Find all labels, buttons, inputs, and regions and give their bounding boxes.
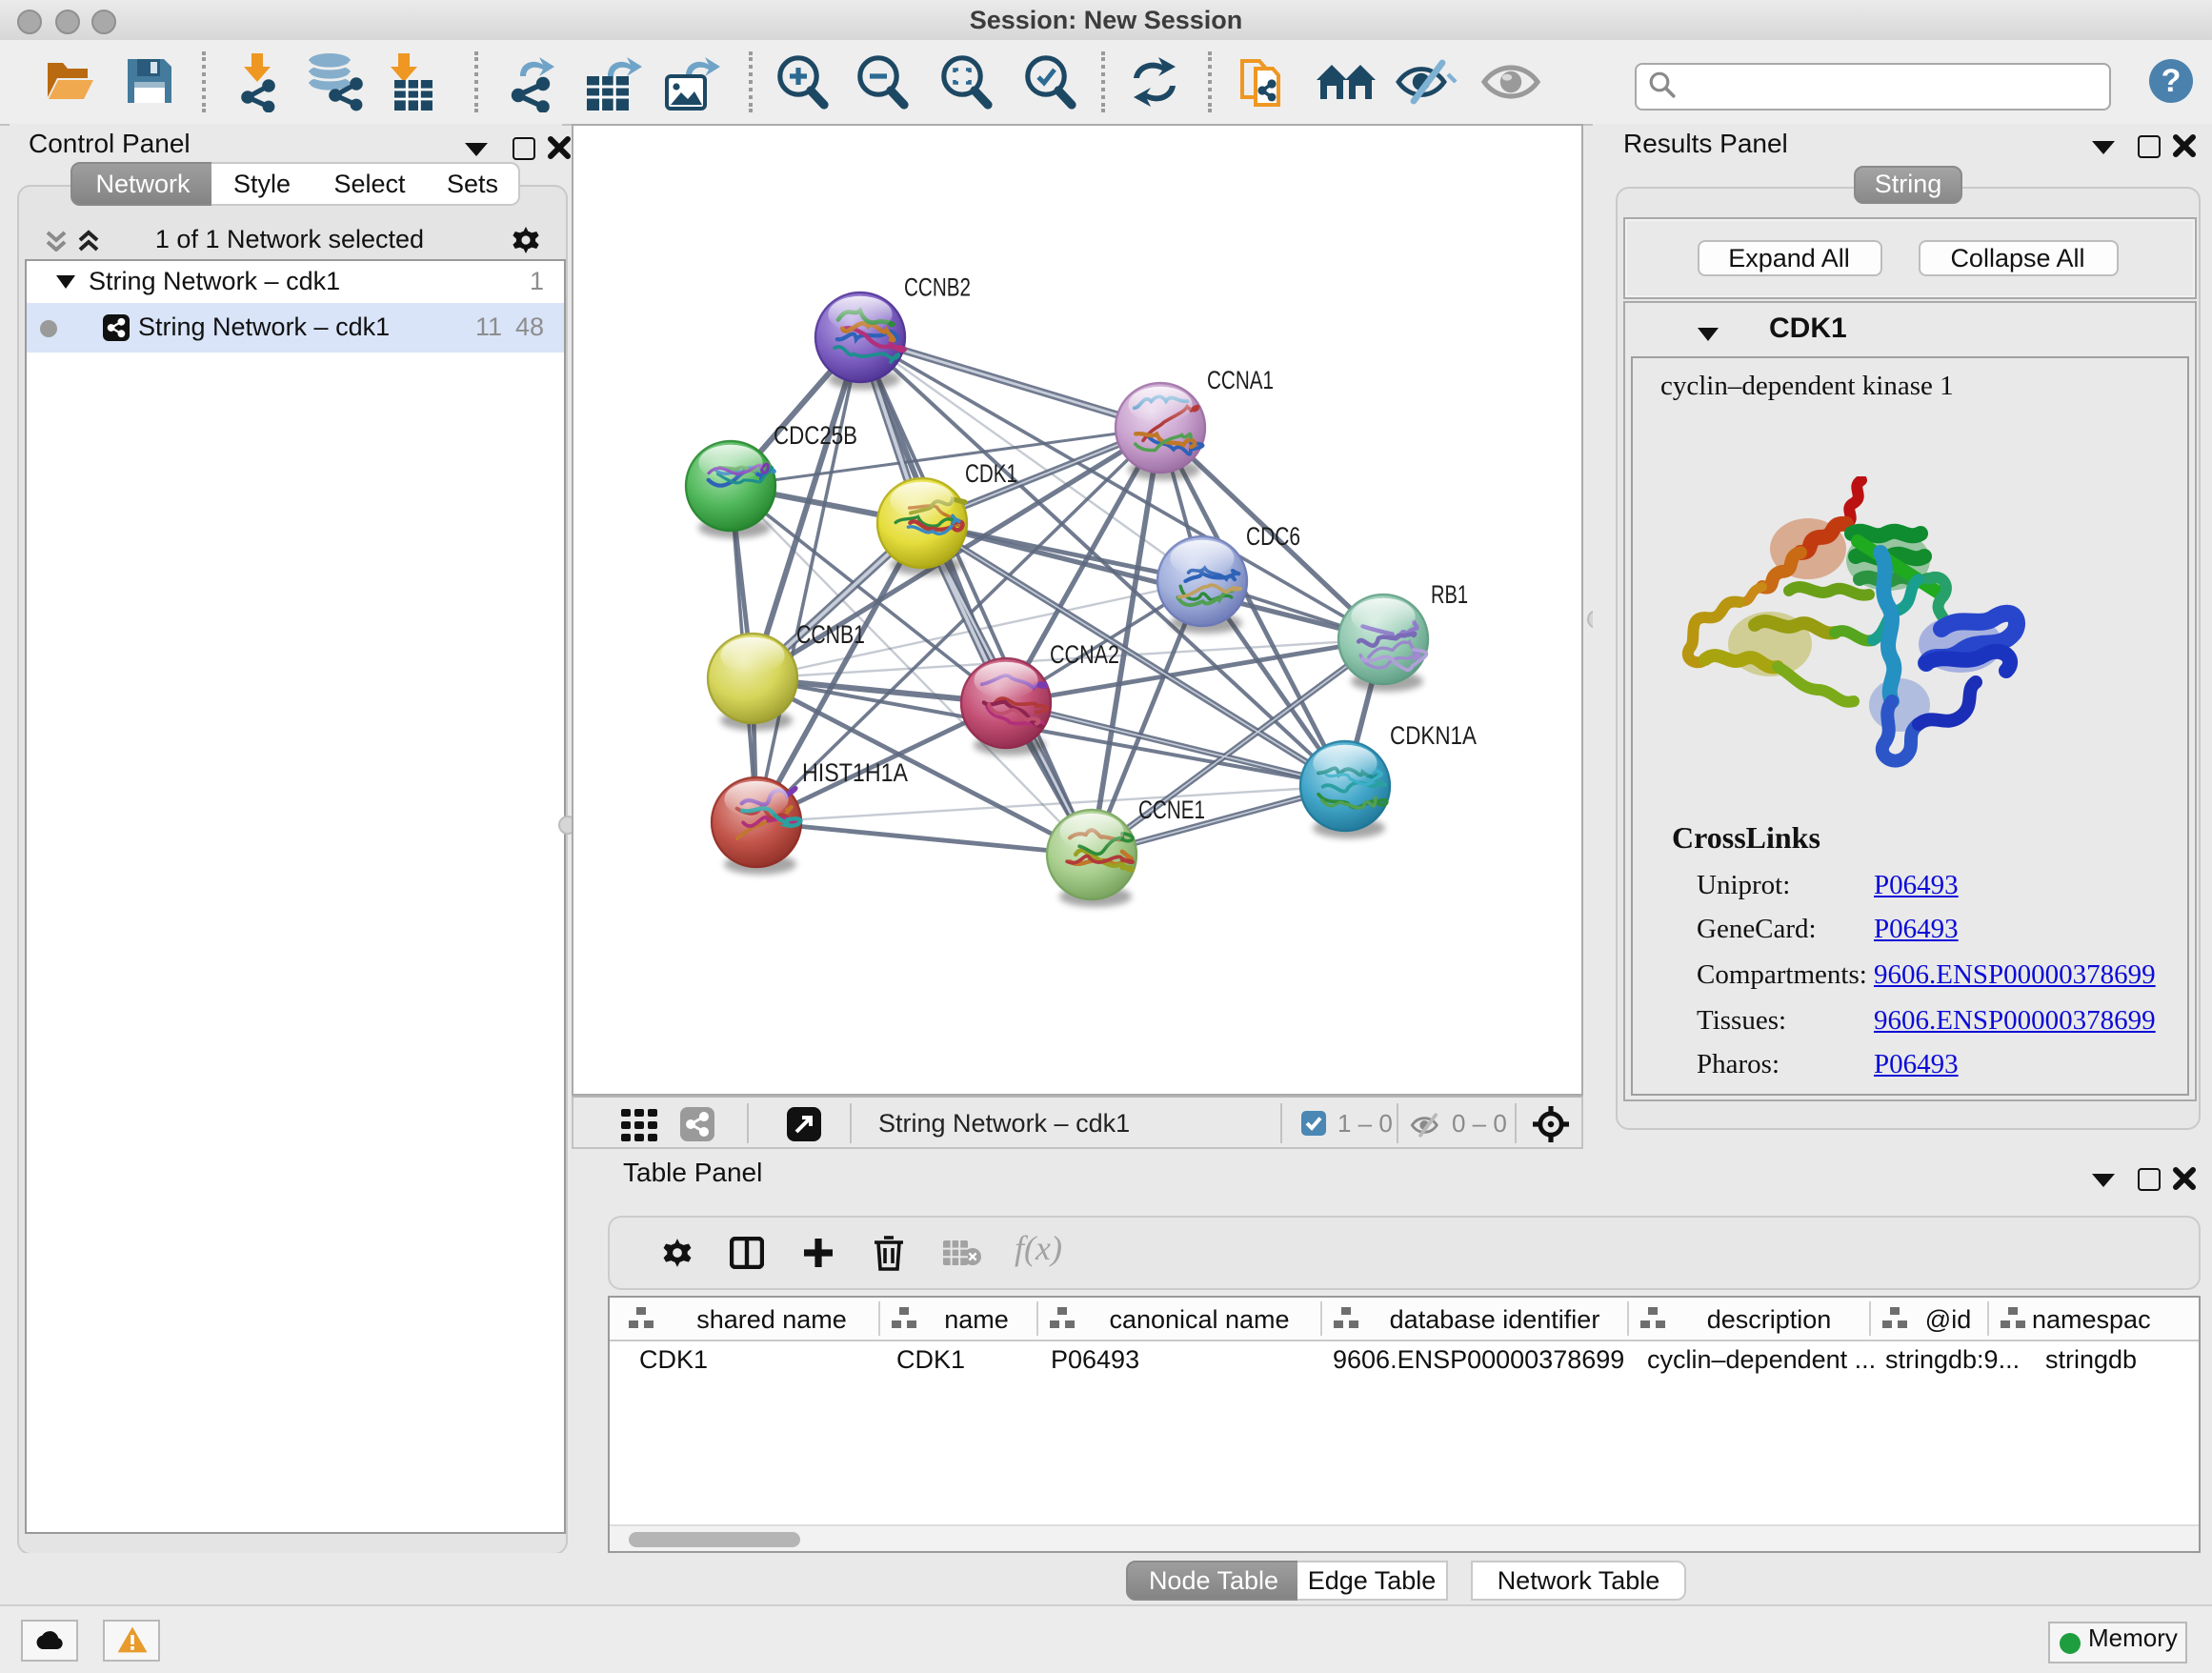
svg-text:CCNE1: CCNE1	[1138, 796, 1205, 824]
svg-text:CCNA1: CCNA1	[1207, 366, 1274, 394]
svg-text:RB1: RB1	[1431, 580, 1468, 609]
svg-text:CCNB2: CCNB2	[904, 273, 971, 302]
svg-text:CCNA2: CCNA2	[1050, 640, 1119, 669]
svg-text:CDKN1A: CDKN1A	[1390, 721, 1477, 750]
svg-text:HIST1H1A: HIST1H1A	[802, 758, 908, 787]
svg-text:CDK1: CDK1	[965, 459, 1017, 488]
svg-text:CDC6: CDC6	[1246, 522, 1300, 551]
svg-text:CDC25B: CDC25B	[774, 421, 857, 450]
svg-text:CCNB1: CCNB1	[796, 620, 865, 649]
